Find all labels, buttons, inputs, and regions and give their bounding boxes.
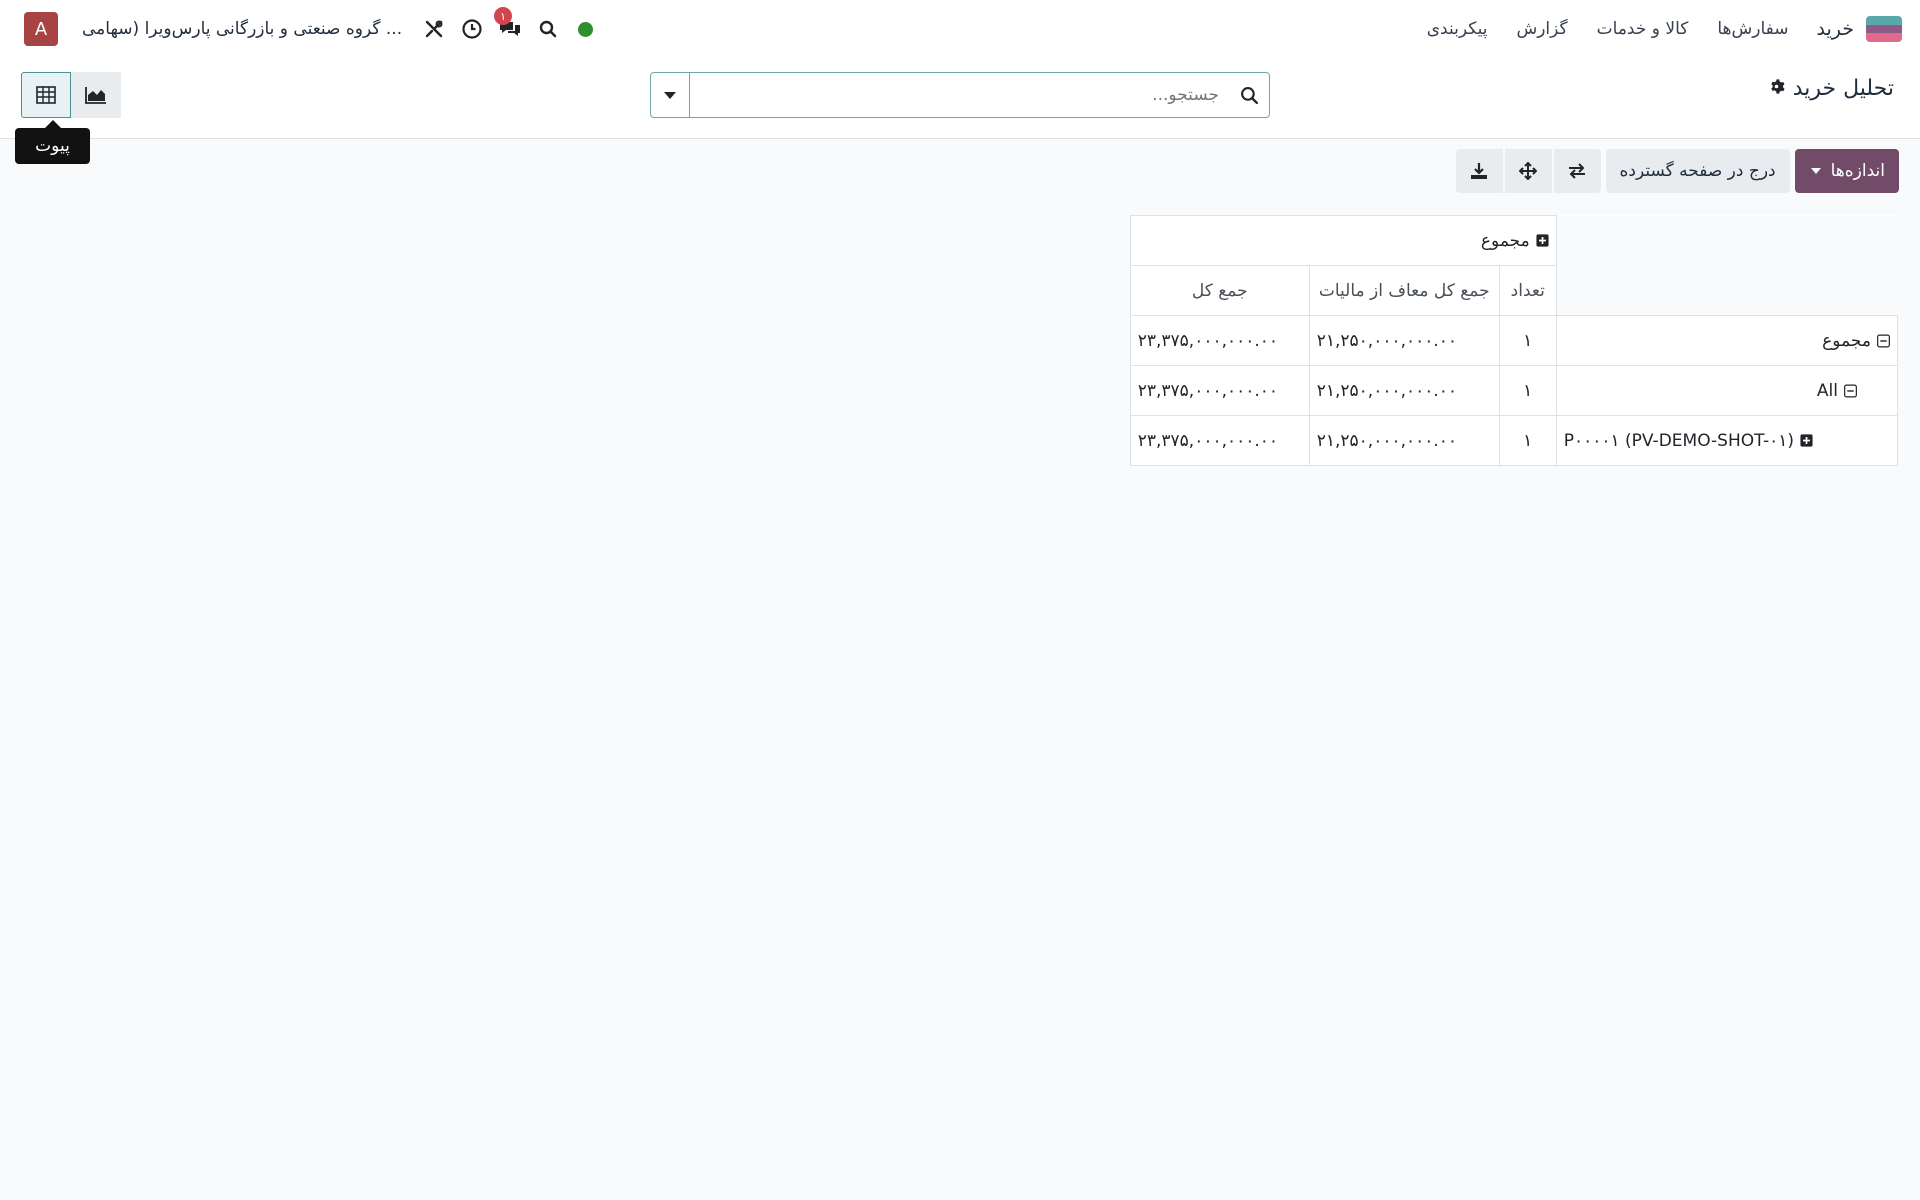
exchange-icon	[1569, 163, 1585, 179]
main-menu: خرید سفارش‌ها کالا و خدمات گزارش پیکربند…	[1398, 0, 1902, 58]
search-icon[interactable]	[1229, 86, 1269, 105]
cell-total: ۲۳,۳۷۵,۰۰۰,۰۰۰.۰۰	[1129, 315, 1310, 366]
row-header-all[interactable]: All	[1555, 365, 1899, 416]
cell-count: ۱	[1498, 365, 1557, 416]
apps-menu-icon[interactable]	[1866, 16, 1902, 42]
flip-axis-button[interactable]	[1553, 149, 1601, 193]
measures-dropdown-button[interactable]: اندازه‌ها	[1794, 149, 1899, 193]
plus-square-icon	[1800, 434, 1813, 447]
row-header-label: P۰۰۰۰۱ (PV-DEMO-SHOT-۰۱)	[1563, 430, 1794, 451]
minus-square-icon	[1844, 384, 1857, 397]
cell-count: ۱	[1498, 415, 1557, 466]
top-navbar: خرید سفارش‌ها کالا و خدمات گزارش پیکربند…	[0, 0, 1920, 58]
view-tooltip: پیوت	[15, 120, 90, 164]
plus-square-icon	[1536, 234, 1549, 247]
messages-badge: ۱	[494, 7, 513, 25]
page-title: تحلیل خرید	[1792, 76, 1894, 101]
table-row: All ۱ ۲۱,۲۵۰,۰۰۰,۰۰۰.۰۰ ۲۳,۳۷۵,۰۰۰,۰۰۰.۰…	[1129, 365, 1899, 416]
breadcrumb: تحلیل خرید	[1768, 76, 1894, 101]
expand-all-button[interactable]	[1504, 149, 1552, 193]
measures-label: اندازه‌ها	[1830, 161, 1885, 181]
menu-products[interactable]: کالا و خدمات	[1597, 19, 1689, 39]
messages-icon[interactable]: ۱	[494, 7, 522, 41]
menu-configuration[interactable]: پیکربندی	[1427, 19, 1488, 39]
pivot-view-button[interactable]	[21, 72, 71, 118]
insert-spreadsheet-button[interactable]: درج در صفحه گسترده	[1605, 149, 1790, 193]
pivot-actions	[1455, 149, 1601, 193]
table-icon	[36, 86, 56, 104]
gear-icon[interactable]	[1768, 76, 1785, 101]
minus-square-icon	[1877, 334, 1890, 347]
pivot-table: مجموع تعداد جمع کل معاف از مالیات جمع کل…	[1129, 215, 1899, 466]
cell-total: ۲۳,۳۷۵,۰۰۰,۰۰۰.۰۰	[1129, 415, 1310, 466]
app-name[interactable]: خرید	[1817, 18, 1855, 40]
caret-down-icon	[664, 91, 676, 99]
search-bar	[650, 72, 1270, 118]
cell-count: ۱	[1498, 315, 1557, 366]
search-icon[interactable]	[536, 17, 560, 41]
row-header-order[interactable]: P۰۰۰۰۱ (PV-DEMO-SHOT-۰۱)	[1555, 415, 1899, 466]
cell-untaxed: ۲۱,۲۵۰,۰۰۰,۰۰۰.۰۰	[1308, 415, 1500, 466]
user-avatar[interactable]: A	[24, 12, 58, 46]
pivot-toolbar: اندازه‌ها درج در صفحه گسترده	[1455, 149, 1899, 193]
measure-header-total[interactable]: جمع کل	[1129, 265, 1310, 316]
activity-clock-icon[interactable]	[460, 17, 484, 41]
column-header-total-label: مجموع	[1480, 230, 1530, 251]
cell-untaxed: ۲۱,۲۵۰,۰۰۰,۰۰۰.۰۰	[1308, 365, 1500, 416]
debug-tools-icon[interactable]	[422, 17, 446, 41]
view-switcher	[21, 72, 121, 118]
measure-header-untaxed[interactable]: جمع کل معاف از مالیات	[1308, 265, 1500, 316]
row-header-label: All	[1816, 380, 1838, 401]
row-header-label: مجموع	[1822, 330, 1871, 351]
area-chart-icon	[85, 87, 106, 104]
menu-reporting[interactable]: گزارش	[1516, 19, 1567, 39]
table-row: مجموع ۱ ۲۱,۲۵۰,۰۰۰,۰۰۰.۰۰ ۲۳,۳۷۵,۰۰۰,۰۰۰…	[1129, 315, 1899, 366]
measure-header-count[interactable]: تعداد	[1498, 265, 1557, 316]
presence-status-icon	[578, 21, 594, 37]
table-row: P۰۰۰۰۱ (PV-DEMO-SHOT-۰۱) ۱ ۲۱,۲۵۰,۰۰۰,۰۰…	[1129, 415, 1899, 466]
systray: A گروه صنعتی و بازرگانی پارس‌ویرا (سهامی…	[24, 0, 594, 58]
search-options-toggle[interactable]	[651, 73, 690, 117]
row-header-total[interactable]: مجموع	[1555, 315, 1899, 366]
menu-orders[interactable]: سفارش‌ها	[1717, 19, 1788, 39]
download-icon	[1471, 163, 1487, 179]
cell-untaxed: ۲۱,۲۵۰,۰۰۰,۰۰۰.۰۰	[1308, 315, 1500, 366]
control-panel: تحلیل خرید	[0, 58, 1920, 139]
download-button[interactable]	[1455, 149, 1503, 193]
graph-view-button[interactable]	[71, 72, 121, 118]
column-header-total[interactable]: مجموع	[1129, 215, 1557, 266]
cell-total: ۲۳,۳۷۵,۰۰۰,۰۰۰.۰۰	[1129, 365, 1310, 416]
caret-down-icon	[1810, 168, 1821, 174]
company-switcher[interactable]: گروه صنعتی و بازرگانی پارس‌ویرا (سهامی .…	[82, 19, 402, 39]
arrows-icon	[1519, 162, 1537, 180]
search-input[interactable]	[690, 74, 1229, 116]
